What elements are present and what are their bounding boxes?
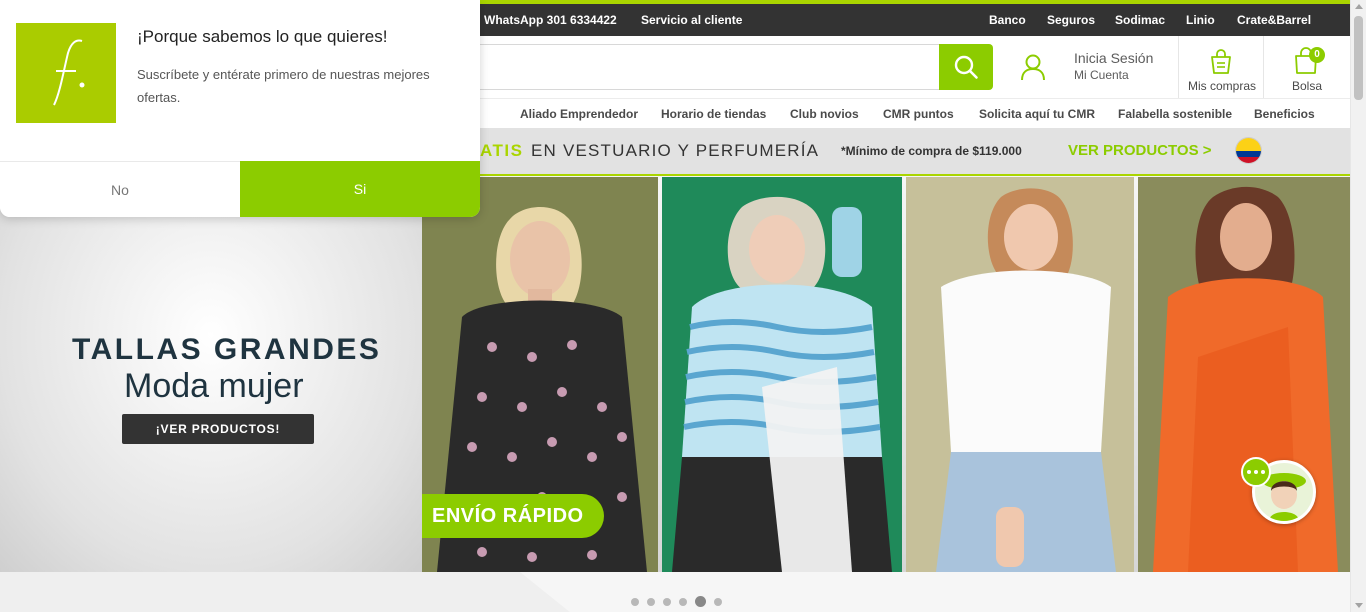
- hero-banner[interactable]: TALLAS GRANDES Moda mujer ¡VER PRODUCTOS…: [0, 177, 1350, 572]
- search-icon: [954, 55, 978, 79]
- topbar-crate-barrel-link[interactable]: Crate&Barrel: [1237, 13, 1311, 27]
- popup-title: ¡Porque sabemos lo que quieres!: [137, 27, 388, 46]
- fast-shipping-badge: ENVÍO RÁPIDO: [422, 494, 604, 538]
- my-purchases-label[interactable]: Mis compras: [1188, 79, 1256, 93]
- promo-minimum-note: *Mínimo de compra de $119.000: [841, 144, 1022, 158]
- bag-count-badge: 0: [1309, 47, 1325, 63]
- scroll-down-arrow-icon[interactable]: [1355, 603, 1363, 608]
- page-scrollbar[interactable]: [1350, 0, 1366, 612]
- falabella-logo: [16, 23, 116, 123]
- carousel-dot[interactable]: [663, 597, 671, 606]
- login-title[interactable]: Inicia Sesión: [1074, 50, 1153, 66]
- banner-title: TALLAS GRANDES: [72, 333, 382, 366]
- banner-text-area: TALLAS GRANDES Moda mujer ¡VER PRODUCTOS…: [0, 177, 422, 572]
- topbar-bank-link[interactable]: Banco: [989, 13, 1026, 27]
- carousel-dot[interactable]: [679, 597, 687, 606]
- bag-label[interactable]: Bolsa: [1292, 79, 1322, 93]
- carousel-dot[interactable]: [695, 596, 706, 607]
- model-illustration: [672, 196, 892, 572]
- my-account-label[interactable]: Mi Cuenta: [1074, 68, 1129, 82]
- subscribe-popup: ¡Porque sabemos lo que quieres! Suscríbe…: [0, 0, 480, 217]
- promo-highlight: ATIS: [480, 141, 524, 160]
- topbar-sodimac-link[interactable]: Sodimac: [1115, 13, 1165, 27]
- search-input[interactable]: [471, 45, 940, 89]
- model-photo-4: [1138, 177, 1350, 572]
- nav-item-benefits[interactable]: Beneficios: [1254, 107, 1315, 121]
- shopping-bag-list-icon[interactable]: [1206, 46, 1236, 76]
- promo-view-products-link[interactable]: VER PRODUCTOS >: [1068, 142, 1212, 159]
- nav-item-cmr-points[interactable]: CMR puntos: [883, 107, 954, 121]
- user-icon[interactable]: [1018, 52, 1048, 82]
- topbar-insurance-link[interactable]: Seguros: [1047, 13, 1095, 27]
- topbar-linio-link[interactable]: Linio: [1186, 13, 1215, 27]
- carousel-dots: [631, 596, 722, 607]
- search-button[interactable]: [939, 44, 993, 90]
- topbar-whatsapp-link[interactable]: WhatsApp 301 6334422: [484, 13, 617, 27]
- header-divider: [1178, 36, 1179, 98]
- nav-item-request-cmr[interactable]: Solicita aquí tu CMR: [979, 107, 1095, 121]
- scroll-thumb[interactable]: [1354, 16, 1363, 100]
- carousel-dot[interactable]: [631, 597, 639, 606]
- popup-yes-button[interactable]: Si: [240, 161, 480, 217]
- model-illustration: [1153, 186, 1338, 572]
- model-illustration: [936, 188, 1116, 572]
- colombia-flag-icon: [1236, 138, 1261, 163]
- popup-description: Suscríbete y entérate primero de nuestra…: [137, 67, 430, 105]
- chat-bubble-icon[interactable]: [1241, 457, 1271, 487]
- model-photo-3: [906, 177, 1134, 572]
- scroll-up-arrow-icon[interactable]: [1355, 4, 1363, 9]
- header-divider: [1263, 36, 1264, 98]
- promo-text: EN VESTUARIO Y PERFUMERÍA: [531, 141, 820, 160]
- banner-subtitle: Moda mujer: [124, 367, 304, 405]
- nav-item-sustainable[interactable]: Falabella sostenible: [1118, 107, 1232, 121]
- nav-item-entrepreneur[interactable]: Aliado Emprendedor: [520, 107, 638, 121]
- search-box: [470, 44, 940, 90]
- model-photo-2: [662, 177, 902, 572]
- falabella-logo-icon: [53, 39, 85, 106]
- nav-item-store-hours[interactable]: Horario de tiendas: [661, 107, 766, 121]
- popup-no-button[interactable]: No: [0, 161, 240, 217]
- topbar-customer-service-link[interactable]: Servicio al cliente: [641, 13, 742, 27]
- page: WhatsApp 301 6334422 Servicio al cliente…: [0, 0, 1366, 612]
- carousel-dot[interactable]: [647, 597, 655, 606]
- banner-view-products-button[interactable]: ¡VER PRODUCTOS!: [122, 414, 314, 444]
- carousel-dot[interactable]: [714, 597, 722, 606]
- nav-item-wedding-club[interactable]: Club novios: [790, 107, 859, 121]
